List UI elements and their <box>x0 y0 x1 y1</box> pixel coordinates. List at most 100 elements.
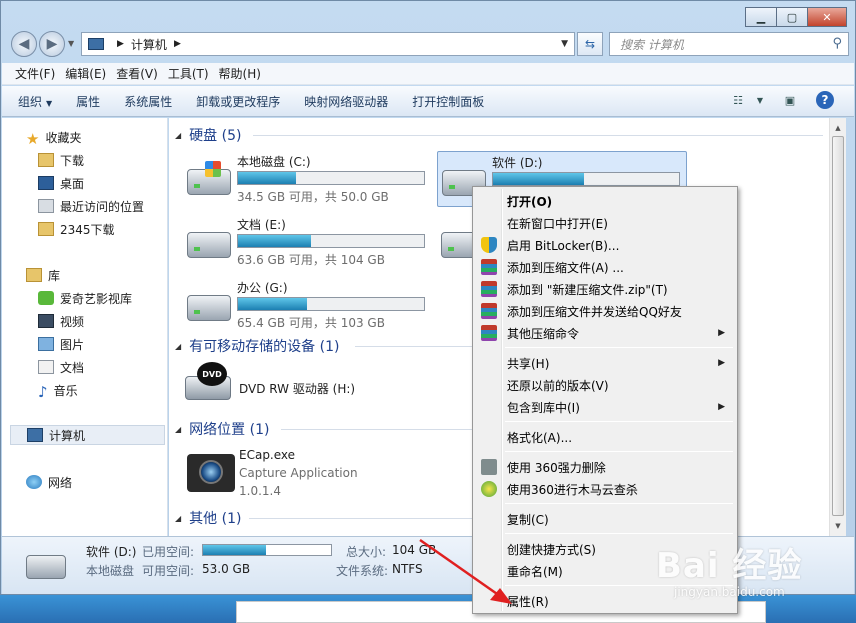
baidu-watermark: Bai 经验 jingyan.baidu.com <box>656 538 846 618</box>
scroll-up-icon[interactable]: ▲ <box>830 120 846 136</box>
nav-item-videos[interactable]: 视频 <box>38 311 84 331</box>
address-dropdown-icon[interactable]: ▼ <box>561 39 568 49</box>
menu-add-send-qq[interactable]: 添加到压缩文件并发送给QQ好友 <box>475 300 735 322</box>
view-dropdown-icon[interactable]: ▼ <box>750 91 770 109</box>
properties-button[interactable]: 属性 <box>76 93 100 110</box>
group-network-locations[interactable]: ◢ 网络位置 (1) <box>175 419 269 439</box>
organize-button[interactable]: 组织 ▼ <box>18 93 52 110</box>
iqiyi-icon <box>38 291 54 305</box>
system-properties-button[interactable]: 系统属性 <box>124 93 172 110</box>
menu-open-new-window[interactable]: 在新窗口中打开(E) <box>475 212 735 234</box>
menu-other-compress[interactable]: 其他压缩命令 ▶ <box>475 322 735 344</box>
nav-item-recent[interactable]: 最近访问的位置 <box>38 196 144 216</box>
menu-open[interactable]: 打开(O) <box>475 190 735 212</box>
uninstall-program-button[interactable]: 卸载或更改程序 <box>196 93 280 110</box>
nav-libraries[interactable]: 库 <box>26 265 60 285</box>
preview-pane-icon[interactable]: ▣ <box>780 91 800 109</box>
menu-copy[interactable]: 复制(C) <box>475 508 735 530</box>
camera-icon[interactable] <box>187 454 235 492</box>
collapse-triangle-icon[interactable]: ◢ <box>175 131 181 140</box>
minimize-button[interactable]: ▁ <box>745 7 777 27</box>
archive-icon <box>481 281 497 297</box>
menu-restore-versions[interactable]: 还原以前的版本(V) <box>475 374 735 396</box>
group-divider <box>253 135 823 136</box>
nav-favorites-label: 收藏夹 <box>45 130 82 145</box>
collapse-triangle-icon[interactable]: ◢ <box>175 514 181 523</box>
close-button[interactable]: ✕ <box>807 7 847 27</box>
archive-icon <box>481 259 497 275</box>
maximize-button[interactable]: ▢ <box>776 7 808 27</box>
navigation-pane: ★ 收藏夹 下载 桌面 最近访问的位置 2345下载 库 爱奇艺影视库 视频 图… <box>2 118 168 536</box>
menu-bar: 文件(F) 编辑(E) 查看(V) 工具(T) 帮助(H) <box>2 63 854 85</box>
group-hard-disks[interactable]: ◢ 硬盘 (5) <box>175 125 241 145</box>
hard-drive-icon <box>187 295 231 321</box>
drive-g[interactable]: 办公 (G:) 65.4 GB 可用，共 103 GB <box>183 277 433 333</box>
vertical-scrollbar[interactable]: ▲ ▼ <box>829 118 846 536</box>
menu-bitlocker[interactable]: 启用 BitLocker(B)... <box>475 234 735 256</box>
menu-edit[interactable]: 编辑(E) <box>60 65 111 82</box>
dvd-drive-name[interactable]: DVD RW 驱动器 (H:) <box>239 380 355 397</box>
menu-label: 使用 360强力删除 <box>507 460 606 475</box>
map-network-drive-button[interactable]: 映射网络驱动器 <box>304 93 388 110</box>
group-title: 其他 (1) <box>189 511 242 527</box>
refresh-button[interactable]: ⇆ <box>577 32 603 56</box>
menu-tools[interactable]: 工具(T) <box>163 65 214 82</box>
search-icon[interactable]: ⚲ <box>832 36 842 51</box>
nav-item-2345-downloads[interactable]: 2345下载 <box>38 219 115 239</box>
open-control-panel-button[interactable]: 打开控制面板 <box>412 93 484 110</box>
nav-item-label: 文档 <box>60 360 85 375</box>
nav-item-iqiyi[interactable]: 爱奇艺影视库 <box>38 288 132 308</box>
menu-help[interactable]: 帮助(H) <box>214 65 266 82</box>
network-item-name[interactable]: ECap.exe <box>239 448 295 462</box>
menu-include-library[interactable]: 包含到库中(I) ▶ <box>475 396 735 418</box>
windows-logo-icon <box>205 161 221 177</box>
scroll-thumb[interactable] <box>832 136 844 516</box>
menu-add-archive[interactable]: 添加到压缩文件(A) ... <box>475 256 735 278</box>
drive-c[interactable]: 本地磁盘 (C:) 34.5 GB 可用，共 50.0 GB <box>183 151 433 207</box>
details-usage-fill <box>203 545 266 555</box>
recent-pages-dropdown-icon[interactable]: ▼ <box>68 39 74 48</box>
menu-label: 添加到压缩文件(A) ... <box>507 260 624 275</box>
breadcrumb-separator-icon[interactable]: ▶ <box>117 39 124 49</box>
menu-separator <box>505 347 733 348</box>
address-bar[interactable]: ▶ 计算机 ▶ ▼ <box>81 32 575 56</box>
dvd-drive-icon[interactable]: DVD <box>185 362 233 402</box>
breadcrumb-computer[interactable]: 计算机 <box>131 36 167 53</box>
watermark-url: jingyan.baidu.com <box>674 585 785 599</box>
details-used-label: 已用空间: <box>142 545 195 559</box>
menu-view[interactable]: 查看(V) <box>111 65 163 82</box>
menu-share[interactable]: 共享(H) ▶ <box>475 352 735 374</box>
help-icon[interactable]: ? <box>816 91 834 109</box>
drive-e[interactable]: 文档 (E:) 63.6 GB 可用，共 104 GB <box>183 214 433 270</box>
scroll-down-icon[interactable]: ▼ <box>830 518 846 534</box>
drive-usage-fill <box>493 173 585 185</box>
collapse-triangle-icon[interactable]: ◢ <box>175 342 181 351</box>
details-total-value: 104 GB <box>392 543 437 557</box>
search-input[interactable]: 搜索 计算机 ⚲ <box>609 32 849 56</box>
menu-format[interactable]: 格式化(A)... <box>475 426 735 448</box>
nav-item-music[interactable]: ♪ 音乐 <box>38 380 78 401</box>
change-view-icon[interactable]: ☷ <box>728 91 748 109</box>
nav-computer[interactable]: 计算机 <box>10 425 165 445</box>
menu-360-delete[interactable]: 使用 360强力删除 <box>475 456 735 478</box>
menu-360-scan[interactable]: 使用360进行木马云查杀 <box>475 478 735 500</box>
back-button[interactable]: ◀ <box>11 31 37 57</box>
group-other[interactable]: ◢ 其他 (1) <box>175 508 241 528</box>
menu-add-zip[interactable]: 添加到 "新建压缩文件.zip"(T) <box>475 278 735 300</box>
nav-item-pictures[interactable]: 图片 <box>38 334 84 354</box>
nav-item-downloads[interactable]: 下载 <box>38 150 84 170</box>
drive-f-partial[interactable] <box>437 214 485 270</box>
collapse-triangle-icon[interactable]: ◢ <box>175 425 181 434</box>
nav-network[interactable]: 网络 <box>26 472 72 492</box>
nav-item-documents[interactable]: 文档 <box>38 357 84 377</box>
menu-file[interactable]: 文件(F) <box>10 65 60 82</box>
group-removable[interactable]: ◢ 有可移动存储的设备 (1) <box>175 336 339 356</box>
breadcrumb-separator-icon[interactable]: ▶ <box>174 39 181 49</box>
details-type: 本地磁盘 <box>86 564 135 578</box>
nav-favorites[interactable]: ★ 收藏夹 <box>26 127 82 148</box>
forward-button[interactable]: ▶ <box>39 31 65 57</box>
desktop-icon <box>38 176 54 190</box>
submenu-arrow-icon: ▶ <box>718 358 725 368</box>
nav-item-desktop[interactable]: 桌面 <box>38 173 84 193</box>
group-title: 网络位置 (1) <box>189 422 270 438</box>
